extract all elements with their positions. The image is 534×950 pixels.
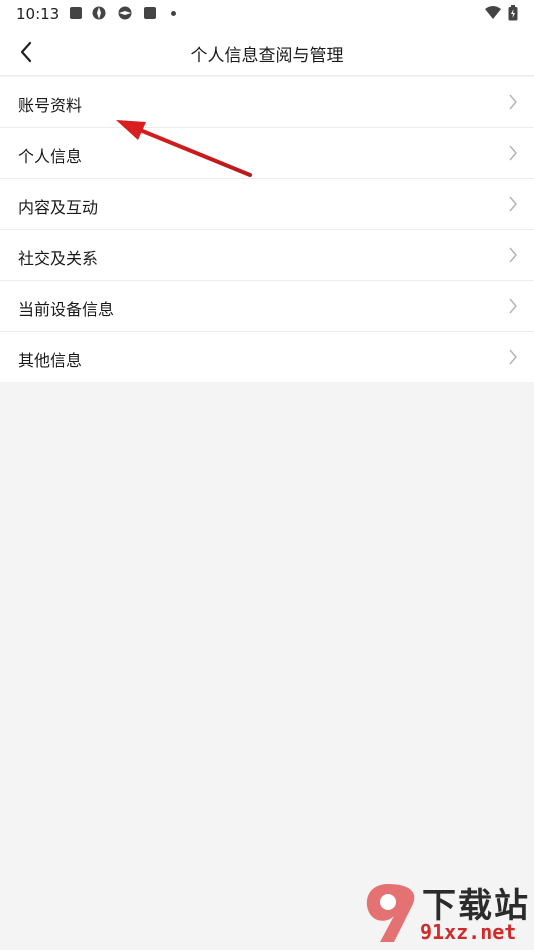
- site-watermark: 下载站 91xz.net: [360, 876, 530, 948]
- menu-item-other-info[interactable]: 其他信息: [0, 332, 534, 382]
- status-time: 10:13: [16, 5, 60, 23]
- menu-item-content-interaction[interactable]: 内容及互动: [0, 179, 534, 230]
- menu-item-label: 其他信息: [18, 351, 83, 370]
- chevron-right-icon: [509, 196, 517, 212]
- page-title: 个人信息查阅与管理: [190, 46, 344, 66]
- nav-bar: 个人信息查阅与管理: [0, 28, 534, 76]
- chevron-right-icon: [509, 349, 517, 365]
- watermark-url: 91xz.net: [420, 920, 517, 944]
- aperture-icon: [92, 6, 106, 20]
- menu-item-label: 社交及关系: [18, 249, 99, 268]
- chevron-right-icon: [509, 247, 517, 263]
- more-notifications-icon: [171, 11, 176, 16]
- chevron-right-icon: [509, 298, 517, 314]
- menu-list: 账号资料 个人信息 内容及互动 社交及关系 当前设备信息 其他信息: [0, 77, 534, 382]
- menu-item-label: 内容及互动: [18, 198, 99, 217]
- menu-item-label: 账号资料: [18, 96, 83, 115]
- menu-item-label: 当前设备信息: [18, 300, 115, 319]
- menu-item-social-relations[interactable]: 社交及关系: [0, 230, 534, 281]
- menu-item-label: 个人信息: [18, 147, 83, 166]
- notification-icon: [70, 7, 82, 19]
- wifi-icon: [485, 6, 501, 19]
- watermark-logo-icon: [366, 884, 415, 942]
- menu-item-current-device[interactable]: 当前设备信息: [0, 281, 534, 332]
- menu-item-personal-info[interactable]: 个人信息: [0, 128, 534, 179]
- aperture-icon: [118, 6, 132, 20]
- menu-item-account-profile[interactable]: 账号资料: [0, 77, 534, 128]
- chevron-right-icon: [509, 145, 517, 161]
- notification-icon: [144, 7, 156, 19]
- status-bar: 10:13: [0, 0, 534, 28]
- battery-icon: [508, 5, 518, 21]
- chevron-right-icon: [509, 94, 517, 110]
